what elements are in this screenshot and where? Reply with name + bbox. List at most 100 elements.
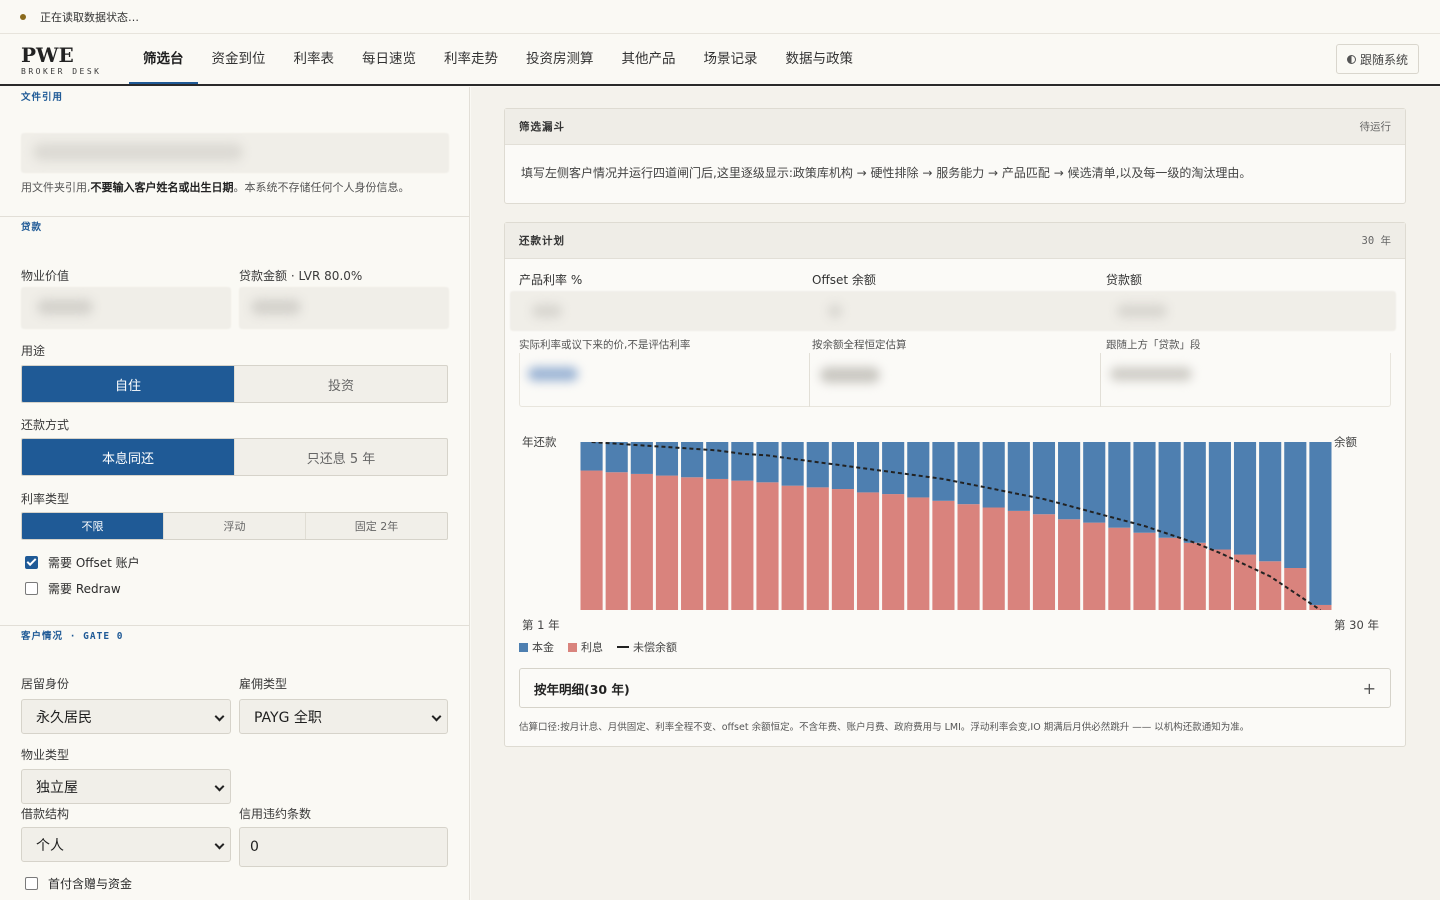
brand-logo[interactable]: PWE BROKER DESK: [21, 45, 101, 77]
chevron-down-icon: [431, 711, 442, 722]
total-repaid-stat: [1110, 367, 1192, 381]
interest-bar: [831, 489, 854, 610]
redraw-checkbox-label: 需要 Redraw: [48, 582, 121, 596]
summary-row: [519, 353, 1391, 407]
gift-checkbox-row[interactable]: 首付含赠与资金: [25, 875, 132, 892]
property-value-label: 物业价值: [21, 269, 70, 283]
tab-1[interactable]: 资金到位: [198, 35, 280, 84]
principal-bar: [932, 442, 955, 501]
purpose-label: 用途: [21, 344, 46, 358]
offset-input[interactable]: [828, 304, 842, 318]
funnel-description: 填写左侧客户情况并运行四道闸门后,这里逐级显示:政策库机构 → 硬性排除 → 服…: [521, 166, 1252, 180]
repayment-option[interactable]: 只还息 5 年: [234, 439, 447, 475]
principal-bar: [1032, 442, 1056, 515]
offset-checkbox[interactable]: [25, 556, 38, 569]
principal-bar: [882, 442, 905, 495]
file-ref-help-suffix: 。本系统不存储任何个人身份信息。: [233, 181, 410, 194]
tab-0[interactable]: 筛选台: [129, 35, 198, 84]
tab-8[interactable]: 数据与政策: [772, 35, 868, 84]
loan-amount-input[interactable]: [239, 287, 449, 329]
borrower-structure-select[interactable]: 个人: [21, 827, 231, 862]
tab-3[interactable]: 每日速览: [348, 35, 430, 84]
interest-bar: [1032, 514, 1056, 610]
expand-plus-icon: +: [1362, 678, 1376, 698]
interest-bar: [882, 494, 905, 610]
rate-type-option[interactable]: 固定 2年: [305, 513, 447, 539]
rate-type-segmented: 不限 浮动 固定 2年: [21, 512, 448, 540]
principal-bar: [605, 442, 628, 473]
credit-defaults-value: 0: [250, 839, 259, 855]
repayment-method-label: 还款方式: [21, 418, 70, 432]
principal-bar: [1133, 442, 1156, 533]
legend-interest-label: 利息: [581, 641, 603, 654]
principal-bar: [781, 442, 804, 486]
interest-bar: [1083, 522, 1106, 610]
redraw-checkbox[interactable]: [25, 582, 38, 595]
status-bar: 正在读取数据状态…: [0, 0, 1440, 34]
principal-bar: [957, 442, 980, 505]
interest-bar: [1058, 519, 1081, 610]
redraw-checkbox-row[interactable]: 需要 Redraw: [25, 580, 121, 597]
principal-bar: [756, 442, 779, 483]
purpose-option[interactable]: 投资: [234, 366, 447, 402]
loan-amount-label: 贷款金额 · LVR 80.0%: [239, 269, 363, 283]
property-type-label: 物业类型: [21, 748, 70, 762]
offset-checkbox-row[interactable]: 需要 Offset 账户: [25, 554, 140, 571]
principal-bar: [1309, 442, 1332, 605]
estimate-footnote: 估算口径:按月计息、月供固定、利率全程不变、offset 余额恒定。不含年费、账…: [519, 722, 1250, 733]
interest-bar: [1133, 532, 1156, 610]
tab-4[interactable]: 利率走势: [430, 35, 512, 84]
property-value-input[interactable]: [21, 287, 231, 329]
rate-column-help: 实际利率或议下来的价,不是评估利率: [519, 339, 691, 351]
file-ref-input[interactable]: [21, 133, 449, 173]
rate-type-option[interactable]: 不限: [22, 513, 163, 539]
rate-input[interactable]: [532, 304, 562, 318]
funnel-card-header: 筛选漏斗 待运行: [505, 109, 1405, 145]
repayment-segmented: 本息同还 只还息 5 年: [21, 438, 448, 476]
rate-type-label: 利率类型: [21, 492, 70, 506]
rate-type-option[interactable]: 浮动: [163, 513, 305, 539]
principal-bar: [1108, 442, 1131, 528]
residency-select[interactable]: 永久居民: [21, 699, 231, 734]
plan-inputs-row: [510, 291, 1396, 331]
borrower-structure-label: 借款结构: [21, 807, 70, 821]
employment-label: 雇佣类型: [239, 677, 288, 691]
property-type-select[interactable]: 独立屋: [21, 769, 231, 804]
file-ref-help-bold: 不要输入客户姓名或出生日期: [90, 181, 234, 194]
tab-7[interactable]: 场景记录: [690, 35, 772, 84]
principal-bar: [731, 442, 754, 481]
tab-2[interactable]: 利率表: [280, 35, 349, 84]
loan-column-label: 贷款额: [1106, 273, 1143, 287]
interest-bar: [681, 477, 704, 610]
interest-bar: [1158, 537, 1181, 610]
theme-toggle-button[interactable]: 跟随系统: [1336, 44, 1419, 74]
interest-bar: [932, 500, 955, 610]
interest-bar: [781, 485, 804, 610]
chevron-down-icon: [214, 711, 225, 722]
interest-bar: [907, 497, 930, 610]
employment-select[interactable]: PAYG 全职: [239, 699, 448, 734]
repayment-option[interactable]: 本息同还: [22, 439, 234, 475]
principal-bar: [1233, 442, 1257, 555]
credit-defaults-input[interactable]: 0: [239, 827, 448, 867]
residency-label: 居留身份: [21, 677, 70, 691]
chevron-down-icon: [214, 839, 225, 850]
tab-6[interactable]: 其他产品: [608, 35, 690, 84]
blurred-value: [37, 299, 93, 315]
principal-bar: [982, 442, 1005, 508]
interest-bar: [756, 482, 779, 610]
gift-funds-checkbox[interactable]: [25, 877, 38, 890]
chart-right-axis-label: 余额: [1334, 435, 1357, 449]
interest-bar: [655, 475, 679, 610]
interest-bar: [957, 504, 980, 610]
loan-amount-mirror-input[interactable]: [1117, 304, 1167, 318]
chevron-down-icon: [214, 781, 225, 792]
purpose-option[interactable]: 自住: [22, 366, 234, 402]
legend-interest: 利息: [568, 639, 603, 655]
offset-checkbox-label: 需要 Offset 账户: [48, 556, 140, 570]
principal-bar: [1208, 442, 1231, 550]
yearly-detail-accordion[interactable]: 按年明细(30 年) +: [519, 668, 1391, 708]
tab-5[interactable]: 投资房测算: [512, 35, 608, 84]
principal-bar: [1158, 442, 1181, 538]
yearly-detail-label: 按年明细(30 年): [534, 681, 630, 697]
